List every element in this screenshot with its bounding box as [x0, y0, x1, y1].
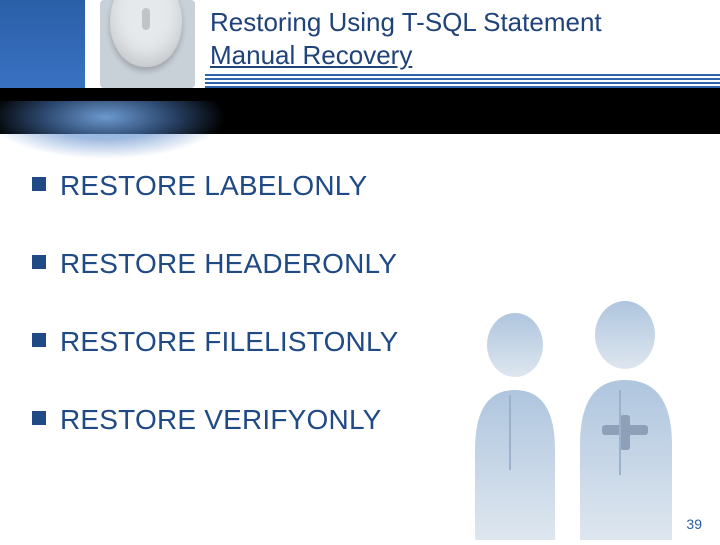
bullet-text: RESTORE HEADERONLY — [60, 248, 397, 280]
mouse-image — [100, 0, 195, 88]
page-number: 39 — [686, 516, 702, 532]
bullet-text: RESTORE FILELISTONLY — [60, 326, 399, 358]
slide-header: Restoring Using T-SQL Statement Manual R… — [0, 0, 720, 88]
bullet-text: RESTORE LABELONLY — [60, 170, 367, 202]
bullet-list: RESTORE LABELONLY RESTORE HEADERONLY RES… — [32, 170, 399, 482]
bullet-square-icon — [32, 177, 46, 191]
header-blue-block — [0, 0, 85, 88]
businessmen-image — [420, 240, 720, 540]
list-item: RESTORE HEADERONLY — [32, 248, 399, 280]
bullet-text: RESTORE VERIFYONLY — [60, 404, 382, 436]
slide-title: Restoring Using T-SQL Statement Manual R… — [210, 6, 602, 71]
list-item: RESTORE VERIFYONLY — [32, 404, 399, 436]
header-glow — [0, 101, 265, 181]
bullet-square-icon — [32, 255, 46, 269]
bullet-square-icon — [32, 333, 46, 347]
list-item: RESTORE LABELONLY — [32, 170, 399, 202]
title-line-1: Restoring Using T-SQL Statement — [210, 7, 602, 37]
bullet-square-icon — [32, 411, 46, 425]
title-line-2: Manual Recovery — [210, 40, 412, 70]
header-rules — [205, 74, 720, 88]
list-item: RESTORE FILELISTONLY — [32, 326, 399, 358]
